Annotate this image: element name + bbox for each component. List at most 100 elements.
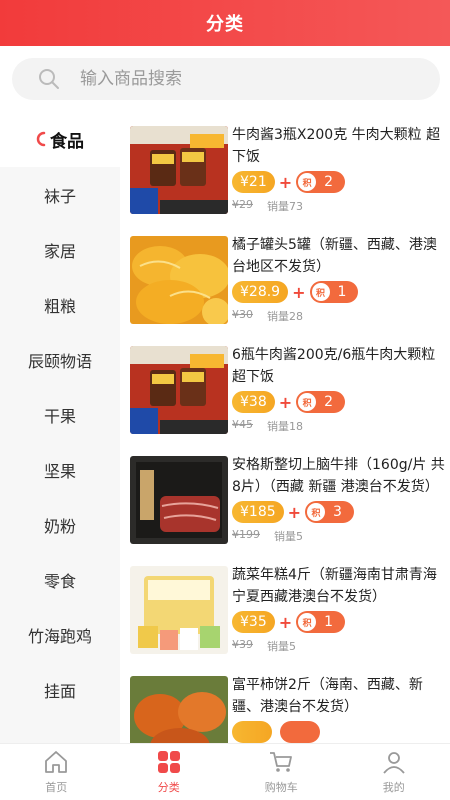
points-badge	[280, 721, 320, 743]
original-price: ¥39	[232, 638, 253, 651]
tab-category[interactable]: 分类	[113, 744, 226, 800]
sidebar-item-label: 袜子	[43, 186, 76, 206]
product-image[interactable]	[130, 676, 228, 743]
sales-count: 销量18	[267, 420, 303, 433]
price-row: ¥185 + 积 3	[232, 500, 354, 524]
tab-cart[interactable]: 购物车	[225, 744, 338, 800]
category-icon	[157, 751, 180, 773]
price-badge: ¥21	[232, 171, 275, 193]
price-row: ¥38 + 积 2	[232, 390, 346, 414]
search-input[interactable]	[80, 69, 400, 89]
tab-profile[interactable]: 我的	[338, 744, 450, 800]
product-image[interactable]	[130, 566, 228, 654]
sidebar-item-label: 食品	[50, 132, 84, 152]
tab-home[interactable]: 首页	[0, 744, 113, 800]
product-card[interactable]: 富平柿饼2斤（海南、西藏、新疆、港澳台不发货）	[120, 662, 450, 743]
sidebar-item-milk-powder[interactable]: 奶粉	[0, 497, 120, 552]
sidebar-item-home[interactable]: 家居	[0, 222, 120, 277]
points-icon: 积	[298, 613, 317, 631]
sidebar-item-snacks[interactable]: 零食	[0, 552, 120, 607]
sidebar-item-nuts[interactable]: 坚果	[0, 442, 120, 497]
product-name[interactable]: 橘子罐头5罐（新疆、西藏、港澳台地区不发货）	[232, 234, 446, 278]
product-meta: ¥39 销量5	[232, 638, 296, 654]
points-icon: 积	[311, 283, 330, 301]
product-card[interactable]: 牛肉酱3瓶X200克 牛肉大颗粒 超下饭 ¥21 + 积 2 ¥29 销量73	[120, 112, 450, 220]
plus-icon: +	[278, 172, 293, 192]
sales-count: 销量5	[274, 530, 303, 543]
product-image[interactable]	[130, 126, 228, 214]
price-badge: ¥35	[232, 611, 275, 633]
product-image[interactable]	[130, 236, 228, 324]
search-bar-container	[0, 46, 450, 112]
sidebar-item-grains[interactable]: 粗粮	[0, 277, 120, 332]
active-indicator-icon	[36, 131, 46, 147]
product-card[interactable]: 蔬菜年糕4斤（新疆海南甘肃青海宁夏西藏港澳台不发货） ¥35 + 积 1 ¥39…	[120, 552, 450, 660]
plus-icon: +	[292, 282, 306, 302]
sidebar-item-dried-fruit[interactable]: 干果	[0, 387, 120, 442]
points-badge: 积 2	[296, 391, 346, 413]
sidebar-item-chenyi[interactable]: 辰颐物语	[0, 332, 120, 387]
original-price: ¥29	[232, 198, 253, 211]
product-card[interactable]: 橘子罐头5罐（新疆、西藏、港澳台地区不发货） ¥28.9 + 积 1 ¥30 销…	[120, 222, 450, 330]
search-icon	[38, 65, 66, 93]
category-sidebar: 食品 袜子 家居 粗粮 辰颐物语 干果 坚果 奶粉 零食 竹海跑鸡 挂面	[0, 112, 120, 743]
price-row: ¥21 + 积 2	[232, 170, 346, 194]
home-icon	[45, 751, 68, 773]
plus-icon: +	[278, 612, 293, 632]
points-value: 2	[324, 394, 334, 410]
points-value: 2	[324, 174, 334, 190]
points-value: 1	[324, 614, 334, 630]
product-image[interactable]	[130, 456, 228, 544]
original-price: ¥199	[232, 528, 260, 541]
sales-count: 销量73	[267, 200, 303, 213]
points-value: 3	[333, 504, 342, 520]
product-name[interactable]: 富平柿饼2斤（海南、西藏、新疆、港澳台不发货）	[232, 674, 446, 718]
tab-label: 我的	[382, 781, 405, 794]
price-row: ¥28.9 + 积 1	[232, 280, 359, 304]
sidebar-item-label: 干果	[43, 406, 76, 426]
points-value: 1	[337, 284, 347, 300]
points-icon: 积	[298, 393, 317, 411]
sidebar-item-bamboo-chicken[interactable]: 竹海跑鸡	[0, 607, 120, 662]
cart-icon	[270, 752, 293, 772]
sidebar-item-label: 奶粉	[43, 516, 76, 536]
sidebar-item-noodles[interactable]: 挂面	[0, 662, 120, 717]
product-name[interactable]: 安格斯整切上脑牛排（160g/片 共8片）（西藏 新疆 港澳台不发货）	[232, 454, 446, 498]
price-badge: ¥38	[232, 391, 275, 413]
search-bar[interactable]	[12, 58, 440, 100]
sidebar-item-label: 竹海跑鸡	[27, 626, 92, 646]
product-meta: ¥45 销量18	[232, 418, 303, 434]
product-name[interactable]: 牛肉酱3瓶X200克 牛肉大颗粒 超下饭	[232, 124, 446, 168]
sidebar-item-label: 辰颐物语	[27, 351, 92, 371]
product-meta: ¥29 销量73	[232, 198, 303, 214]
points-badge: 积 2	[296, 171, 346, 193]
plus-icon: +	[278, 392, 293, 412]
original-price: ¥45	[232, 418, 253, 431]
product-image[interactable]	[130, 346, 228, 434]
product-list: 牛肉酱3瓶X200克 牛肉大颗粒 超下饭 ¥21 + 积 2 ¥29 销量73	[120, 112, 450, 743]
points-badge: 积 1	[296, 611, 346, 633]
product-card[interactable]: 6瓶牛肉酱200克/6瓶牛肉大颗粒超下饭 ¥38 + 积 2 ¥45 销量18	[120, 332, 450, 440]
page-title: 分类	[206, 14, 244, 35]
bottom-tab-bar: 首页 分类 购物车 我的	[0, 743, 450, 800]
points-badge: 积 1	[309, 281, 359, 303]
sidebar-item-label: 坚果	[43, 461, 76, 481]
product-card[interactable]: 安格斯整切上脑牛排（160g/片 共8片）（西藏 新疆 港澳台不发货） ¥185…	[120, 442, 450, 550]
price-row	[232, 720, 320, 743]
tab-label: 分类	[157, 781, 180, 794]
user-icon	[383, 752, 405, 774]
sidebar-item-label: 家居	[43, 241, 76, 261]
sales-count: 销量28	[267, 310, 303, 323]
product-name[interactable]: 蔬菜年糕4斤（新疆海南甘肃青海宁夏西藏港澳台不发货）	[232, 564, 446, 608]
product-name[interactable]: 6瓶牛肉酱200克/6瓶牛肉大颗粒超下饭	[232, 344, 446, 388]
sidebar-item-food[interactable]: 食品	[0, 112, 120, 167]
sidebar-item-socks[interactable]: 袜子	[0, 167, 120, 222]
plus-icon: +	[287, 502, 302, 522]
tab-label: 首页	[45, 781, 68, 794]
original-price: ¥30	[232, 308, 253, 321]
sidebar-item-label: 挂面	[43, 681, 76, 701]
tab-label: 购物车	[264, 781, 298, 794]
points-icon: 积	[298, 173, 317, 191]
price-badge: ¥185	[232, 501, 284, 523]
header-bar: 分类	[0, 0, 450, 46]
